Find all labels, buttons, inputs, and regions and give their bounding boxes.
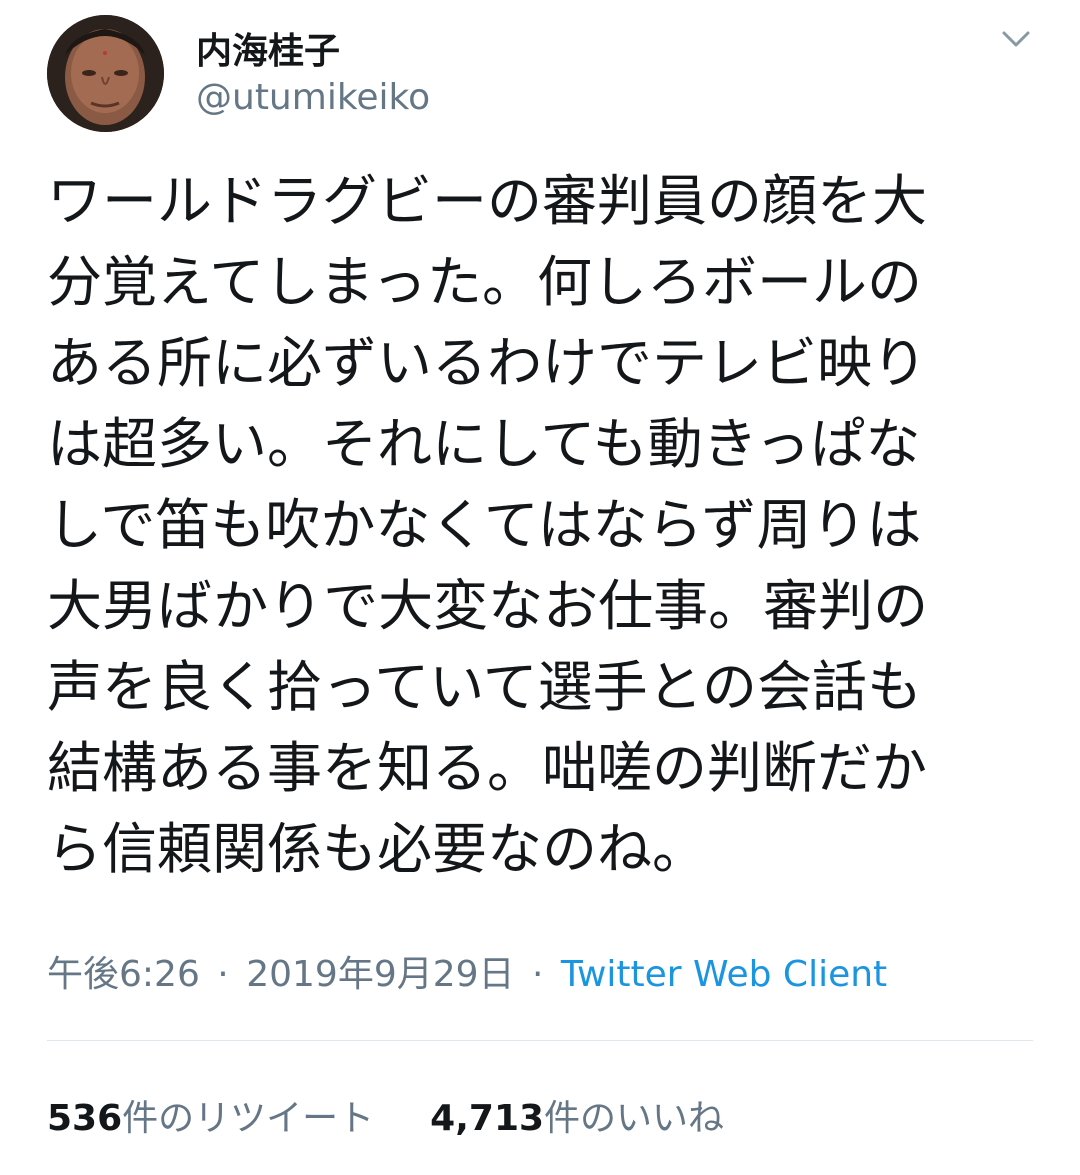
tweet-stats: 536件のリツイート 4,713件のいいね — [47, 1089, 724, 1141]
tweet-text-line: は超多い。それにしても動きっぱな — [47, 412, 921, 476]
tweet-text-line: 結構ある事を知る。咄嗟の判断だか — [47, 736, 928, 800]
author-handle[interactable]: @utumikeiko — [196, 77, 430, 118]
likes-stat[interactable]: 4,713件のいいね — [430, 1089, 724, 1141]
tweet-text-line: 分覚えてしまった。何しろボールの — [47, 250, 923, 314]
tweet-text-line: ワールドラグビーの審判員の顔を大 — [47, 169, 928, 233]
likes-label: 件のいいね — [544, 1098, 725, 1139]
avatar[interactable] — [47, 15, 164, 132]
meta-separator: · — [217, 954, 229, 995]
divider — [47, 1040, 1033, 1041]
chevron-down-icon — [1002, 31, 1030, 47]
tweet-time[interactable]: 午後6:26 — [47, 954, 200, 995]
tweet-source-link[interactable]: Twitter Web Client — [561, 954, 887, 995]
tweet-text-line: しで笛も吹かなくてはならず周りは — [47, 493, 922, 557]
retweets-stat[interactable]: 536件のリツイート — [47, 1089, 374, 1141]
author-display-name[interactable]: 内海桂子 — [196, 22, 340, 74]
tweet-text-line: ある所に必ずいるわけでテレビ映り — [47, 331, 928, 395]
tweet-metadata: 午後6:26 · 2019年9月29日 · Twitter Web Client — [47, 945, 887, 997]
meta-separator: · — [532, 954, 544, 995]
tweet-text-line: 声を良く拾っていて選手との会話も — [47, 655, 923, 719]
tweet-menu-button[interactable] — [998, 24, 1034, 54]
avatar-photo — [47, 15, 164, 132]
tweet-card: 内海桂子 @utumikeiko ワールドラグビーの審判員の顔を大 分覚えてしま… — [0, 0, 1080, 1175]
tweet-date[interactable]: 2019年9月29日 — [246, 954, 514, 995]
retweets-count: 536 — [47, 1098, 123, 1139]
tweet-text-line: 大男ばかりで大変なお仕事。審判の — [47, 574, 929, 638]
tweet-text-line: ら信頼関係も必要なのね。 — [47, 817, 708, 881]
retweets-label: 件のリツイート — [122, 1098, 375, 1139]
tweet-text: ワールドラグビーの審判員の顔を大 分覚えてしまった。何しろボールの ある所に必ず… — [47, 161, 1027, 890]
likes-count: 4,713 — [430, 1098, 545, 1139]
